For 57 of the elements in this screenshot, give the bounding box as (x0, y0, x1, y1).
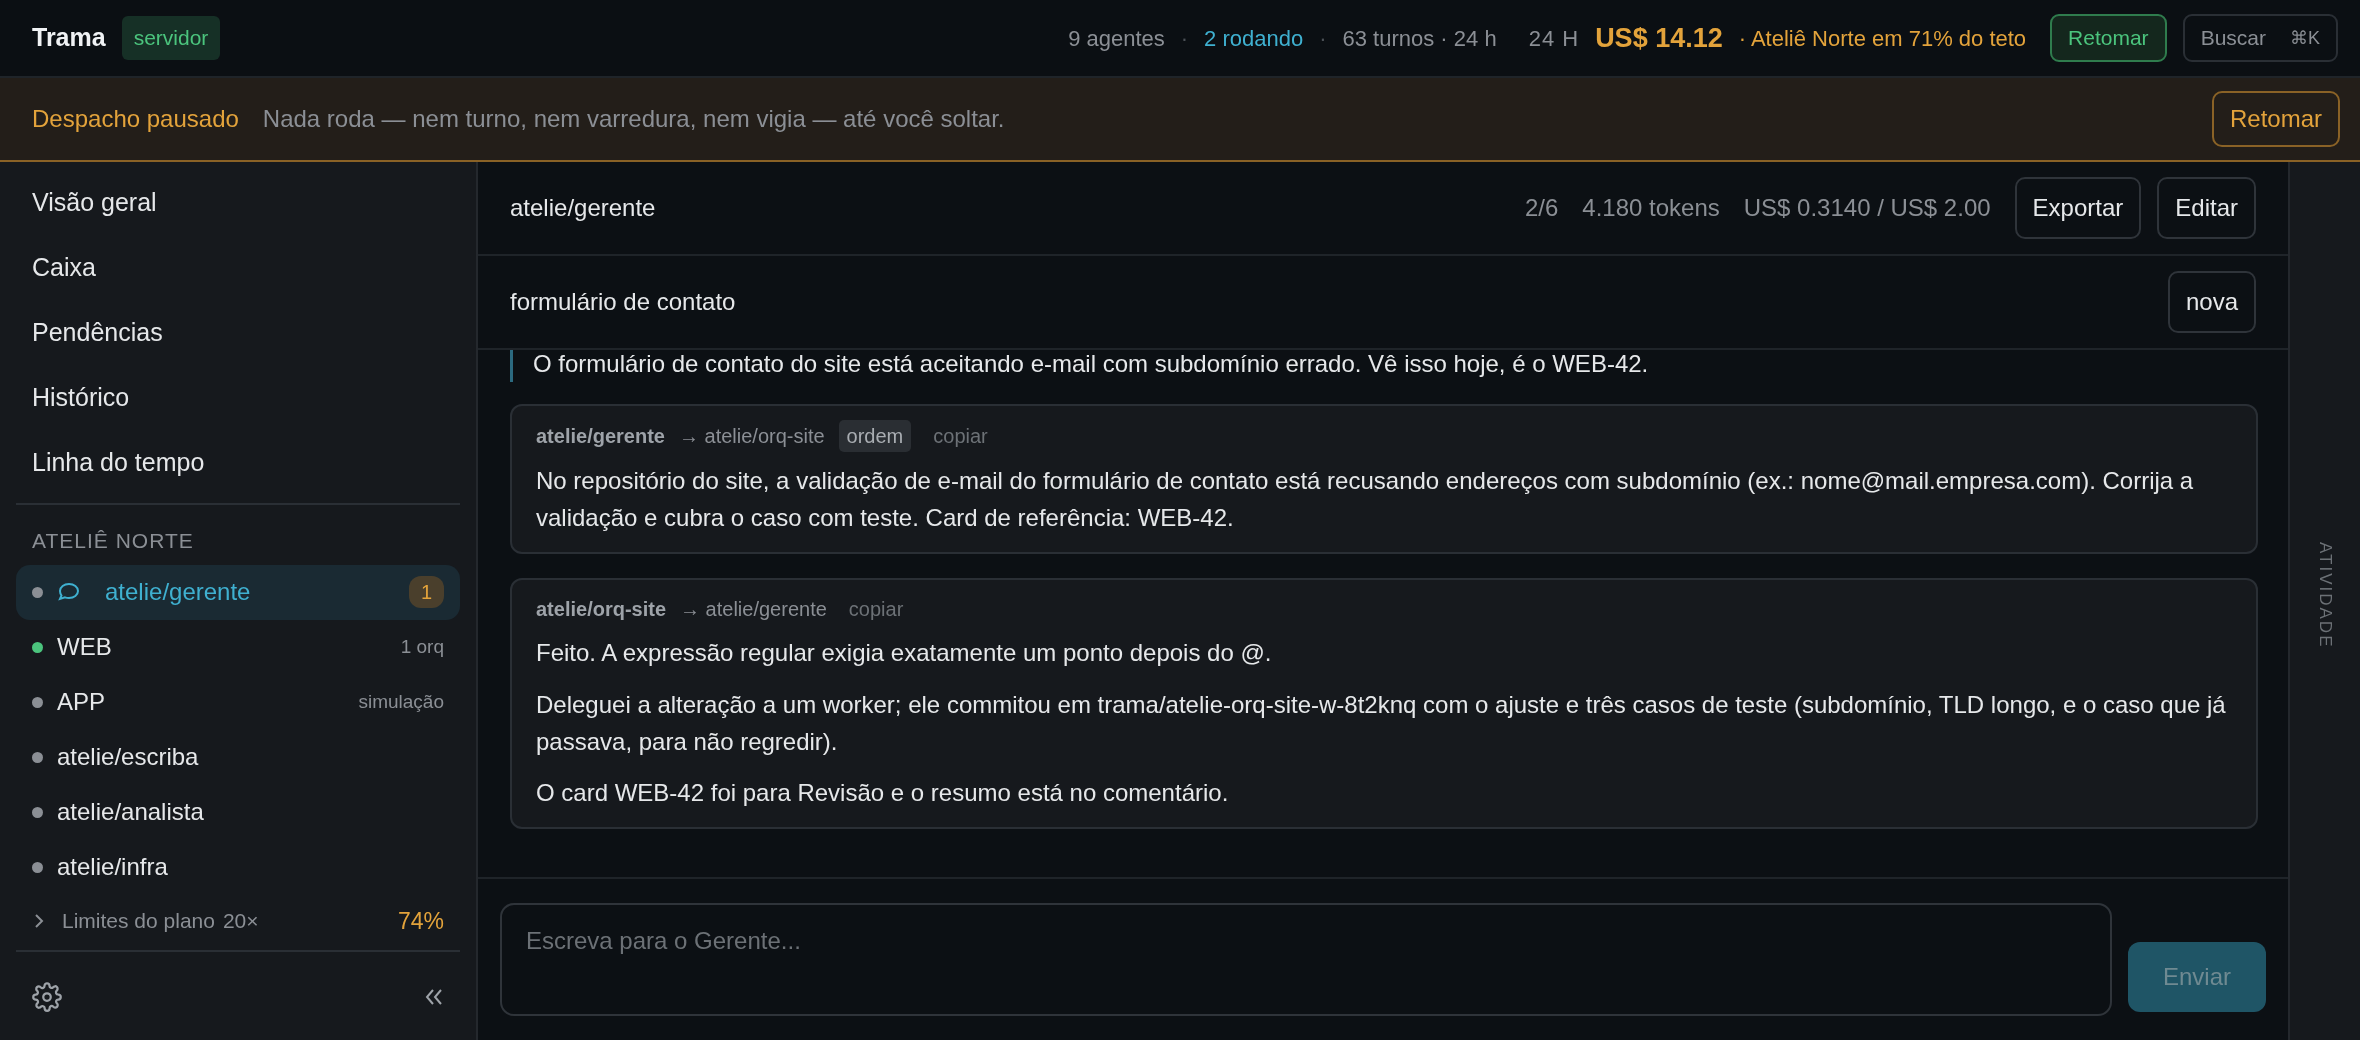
spend-period: 24 H (1528, 24, 1580, 53)
separator: · (1319, 24, 1327, 53)
double-chevron-icon[interactable] (424, 988, 444, 1006)
message-recipient: → atelie/gerente (680, 597, 827, 623)
new-thread-button[interactable]: nova (2167, 271, 2256, 333)
separator: · (1180, 24, 1189, 53)
stat-text: 63 turnos · 24 h (1342, 24, 1497, 53)
banner-message: Nada roda — nem turno, nem varredura, nem vigia — até você soltar. (262, 104, 1005, 134)
header-button[interactable]: Exportar (2014, 177, 2142, 239)
agent-item[interactable]: APP simulação (16, 674, 460, 730)
spend-amount: US$ 14.12 (1595, 21, 1723, 55)
agent-item[interactable]: atelie/infra (16, 839, 460, 895)
stat-text: 2 rodando (1204, 24, 1304, 53)
agent-item[interactable]: atelie/analista (16, 784, 460, 840)
stat-text: 9 agentes (1068, 24, 1165, 53)
plan-percent: 74% (397, 906, 444, 936)
chevron-icon[interactable] (32, 911, 46, 930)
message-sender: atelie/orq-site (536, 597, 667, 623)
plan-multiplier: 20× (222, 908, 259, 934)
message-sender: atelie/gerente (536, 424, 665, 449)
header-stat: US$ 0.3140 / US$ 2.00 (1743, 193, 1991, 223)
count-badge: 1 (408, 576, 444, 608)
message-paragraph: Feito. A expressão regular exigia exatamente um ponto depois do @. (536, 638, 1273, 669)
settings-icon[interactable] (32, 982, 62, 1012)
resume-button[interactable]: Retomar (2050, 14, 2167, 62)
copy-link[interactable]: copiar (933, 421, 988, 451)
environment-badge: servidor (121, 16, 221, 60)
message-paragraph: O card WEB-42 foi para Revisão e o resumo está no comentário. (536, 777, 1230, 808)
search-button[interactable]: Buscar ⌘K (2182, 14, 2338, 62)
banner-title: Despacho pausado (32, 104, 239, 134)
header-button[interactable]: Editar (2157, 177, 2256, 239)
quoted-message: O formulário de contato do site está aceitando e-mail com subdomínio errado. Vê isso hoje, é o WEB-42. (510, 350, 2258, 382)
header-stat: 4.180 tokens (1582, 193, 1720, 223)
message-tag: ordem (838, 420, 912, 452)
agent-item[interactable]: atelie/escriba (16, 729, 460, 785)
resume-button[interactable]: Retomar (2211, 91, 2340, 147)
nav-item[interactable]: Pendências (0, 300, 476, 365)
plan-limits-label: Limites do plano (62, 908, 215, 934)
agent-item[interactable]: atelie/gerente 1 (16, 564, 460, 620)
message-recipient: → atelie/orq-site (678, 424, 825, 449)
agent-meta: 1 orq (400, 634, 444, 659)
header-stat: 2/6 (1524, 193, 1559, 223)
message-paragraph: No repositório do site, a validação de e-mail do formulário de contato está recusando endereços com subdomínio (ex.: nome@mail.empresa.com). Corrija a validação e cubra o caso com teste. Card de referência: WEB-42. (536, 466, 2195, 534)
thread-title: formulário de contato (510, 287, 736, 317)
agent-meta: simulação (358, 689, 444, 714)
app-title: Trama (32, 22, 106, 54)
nav-item[interactable]: Linha do tempo (0, 430, 476, 495)
section-heading: ATELIÊ NORTE (31, 528, 195, 554)
nav-item[interactable]: Histórico (0, 365, 476, 430)
nav-item[interactable]: Caixa (0, 235, 476, 300)
copy-link[interactable]: copiar (848, 594, 904, 625)
agent-item[interactable]: WEB 1 orq (16, 619, 460, 675)
budget-note: · Ateliê Norte em 71% do teto (1738, 24, 2027, 53)
message-paragraph: Deleguei a alteração a um worker; ele commitou em trama/atelie-orq-site-w-8t2knq com o ajuste e três casos de teste (subdomínio, TLD longo, e o caso que já passava, para não regredir). (536, 689, 2227, 757)
nav-item[interactable]: Visão geral (0, 170, 476, 235)
conversation-title: atelie/gerente (510, 193, 656, 223)
chat-bubble-icon (57, 581, 81, 603)
